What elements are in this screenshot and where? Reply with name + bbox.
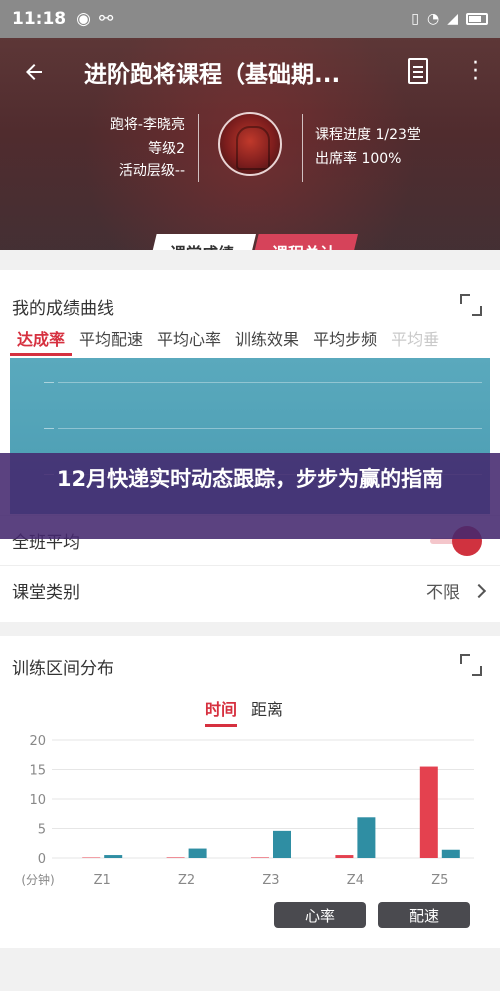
attendance-rate: 出席率 100% xyxy=(315,151,402,167)
metric-tab-vertical[interactable]: 平均垂 xyxy=(384,328,446,356)
coach-name: 跑将-李晓亮 xyxy=(109,117,185,133)
course-header: 进阶跑将课程（基础期... · · · 跑将-李晓亮 等级2 活动层级-- 课程进度… xyxy=(0,38,500,250)
status-time: 11:18 xyxy=(12,9,67,29)
grade-curve-title: 我的成绩曲线 xyxy=(12,299,114,319)
status-right-icons: ▯ ◔ ◢ xyxy=(411,11,488,27)
battery-icon xyxy=(466,13,488,25)
metric-tab-completion[interactable]: 达成率 xyxy=(10,328,73,356)
x-tick-label: Z2 xyxy=(178,873,195,888)
class-type-value: 不限 xyxy=(426,583,460,603)
y-tick-label: 15 xyxy=(29,764,46,779)
expand-icon[interactable] xyxy=(460,294,482,316)
coach-level: 等级2 xyxy=(148,141,185,157)
chart-gridline xyxy=(58,428,482,429)
metric-tab-training-effect[interactable]: 训练效果 xyxy=(228,328,306,356)
bar-heart-rate-z3 xyxy=(251,857,269,858)
more-vertical-icon[interactable]: · · · xyxy=(472,53,479,91)
overlay-banner: 12月快递实时动态跟踪，步步为赢的指南 xyxy=(0,453,500,539)
y-tick-label: 5 xyxy=(38,823,46,838)
y-tick-label: 20 xyxy=(29,734,46,749)
signal-icon: ◢ xyxy=(447,11,458,27)
y-tick-mark xyxy=(44,382,54,383)
coach-avatar[interactable] xyxy=(218,112,282,176)
legend-pace-button[interactable]: 配速 xyxy=(378,902,470,928)
y-tick-mark xyxy=(44,428,54,429)
footer-area xyxy=(0,948,500,991)
y-tick-label: 0 xyxy=(38,852,46,867)
usb-icon: ⚯ xyxy=(98,9,114,29)
y-axis-unit-label: (分钟) xyxy=(21,872,54,887)
bar-heart-rate-z1 xyxy=(82,857,101,858)
bar-pace-z3 xyxy=(273,830,291,858)
class-type-row[interactable]: 课堂类别 不限 xyxy=(0,565,500,615)
coach-activity: 活动层级-- xyxy=(118,163,185,179)
x-tick-label: Z4 xyxy=(347,873,364,888)
chart-legend: 心率 配速 xyxy=(0,902,500,930)
bar-heart-rate-z2 xyxy=(166,857,185,858)
tab-class-grades[interactable]: 课堂成绩 xyxy=(148,234,256,250)
zone-bar-chart: 0 5 10 15 20 (分钟) Z1 Z2 Z3 Z4 Z5 xyxy=(21,734,474,888)
zone-distribution-card: 训练区间分布 时间 距离 0 5 10 15 20 (分钟) Z1 Z2 Z3 Z4 Z5 心率 配… xyxy=(0,636,500,948)
metric-tab-avg-heart-rate[interactable]: 平均心率 xyxy=(150,328,228,356)
sub-tab-distance[interactable]: 距离 xyxy=(251,696,283,727)
header-tabs: 课堂成绩 课程总计 xyxy=(148,234,358,250)
y-tick-label: 10 xyxy=(29,793,46,808)
vibrate-icon: ▯ xyxy=(411,11,419,27)
bar-pace-z4 xyxy=(357,817,376,858)
divider-left xyxy=(198,114,199,182)
bar-pace-z5 xyxy=(441,849,460,858)
weibo-icon: ◉ xyxy=(76,9,91,29)
x-tick-label: Z3 xyxy=(262,873,279,888)
grade-curve-card: 我的成绩曲线 达成率 平均配速 平均心率 训练效果 平均步频 平均垂 全班平均 … xyxy=(0,270,500,622)
metric-tabs: 达成率 平均配速 平均心率 训练效果 平均步频 平均垂 xyxy=(0,328,500,356)
metric-tab-avg-pace[interactable]: 平均配速 xyxy=(72,328,150,356)
chevron-right-icon xyxy=(471,583,487,598)
bar-pace-z2 xyxy=(188,848,207,858)
coach-info: 跑将-李晓亮 等级2 活动层级-- 课程进度 1/23堂 出席率 100% xyxy=(0,110,500,200)
title-bar: 进阶跑将课程（基础期... · · · xyxy=(0,50,500,94)
metric-tab-avg-cadence[interactable]: 平均步频 xyxy=(306,328,384,356)
class-type-label: 课堂类别 xyxy=(12,583,80,603)
back-arrow-icon[interactable] xyxy=(12,50,56,94)
expand-icon[interactable] xyxy=(460,654,482,676)
page-title: 进阶跑将课程（基础期... xyxy=(84,62,341,88)
course-progress: 课程进度 1/23堂 xyxy=(315,127,421,143)
tab-course-total[interactable]: 课程总计 xyxy=(250,234,358,250)
status-left-icons: ◉ ⚯ xyxy=(76,9,113,29)
clipboard-icon[interactable] xyxy=(408,58,428,84)
chart-gridline xyxy=(58,382,482,383)
bar-heart-rate-z4 xyxy=(335,855,354,858)
status-bar: 11:18 ◉ ⚯ ▯ ◔ ◢ xyxy=(0,0,500,38)
bar-heart-rate-z5 xyxy=(419,766,438,858)
legend-heart-rate-button[interactable]: 心率 xyxy=(274,902,366,928)
x-tick-label: Z1 xyxy=(94,873,111,888)
x-tick-label: Z5 xyxy=(431,873,448,888)
sub-tab-time[interactable]: 时间 xyxy=(205,696,238,727)
zone-distribution-title: 训练区间分布 xyxy=(12,659,114,679)
wifi-icon: ◔ xyxy=(427,11,440,27)
zone-sub-tabs: 时间 距离 xyxy=(205,696,283,727)
bar-pace-z1 xyxy=(104,855,123,858)
divider-right xyxy=(302,114,303,182)
